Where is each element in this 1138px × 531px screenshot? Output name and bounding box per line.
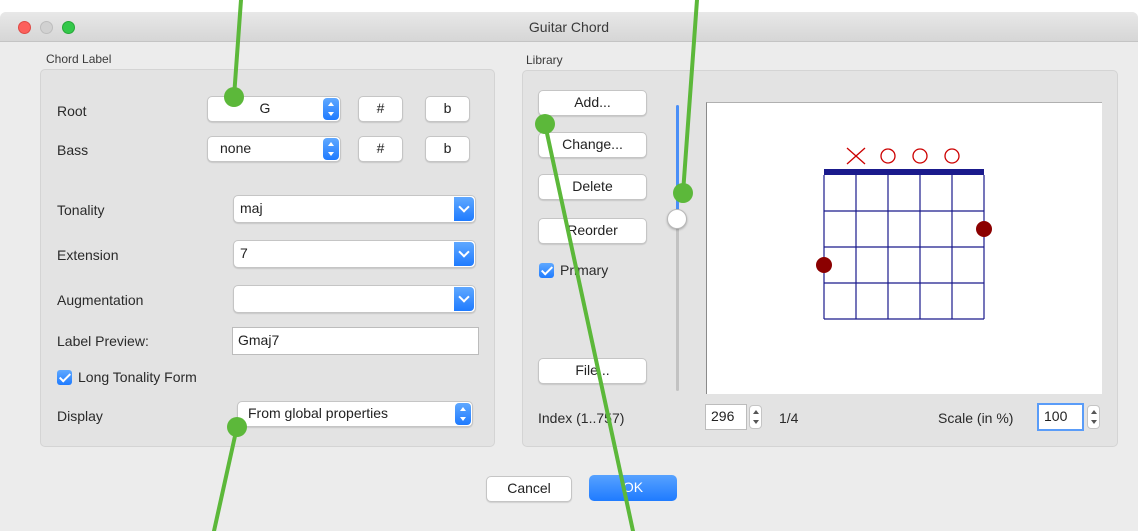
nut <box>824 169 984 175</box>
display-label: Display <box>57 408 103 424</box>
index-field[interactable]: 296 <box>705 404 747 430</box>
library-group-title: Library <box>526 53 563 67</box>
root-stepper-icon <box>323 98 339 120</box>
scale-field[interactable]: 100 <box>1037 403 1084 431</box>
fingered-note-dot <box>976 221 992 237</box>
chord-diagram-svg <box>816 147 992 320</box>
augmentation-combo[interactable] <box>233 285 476 313</box>
string-markers <box>846 147 960 165</box>
tonality-combo[interactable]: maj <box>233 195 476 223</box>
display-stepper-icon <box>455 403 471 425</box>
root-label: Root <box>57 103 87 119</box>
primary-checkbox[interactable] <box>539 263 554 278</box>
library-slider-fill <box>676 105 679 217</box>
long-tonality-label: Long Tonality Form <box>78 369 197 385</box>
change-button[interactable]: Change... <box>538 132 647 158</box>
file-button[interactable]: File... <box>538 358 647 384</box>
augmentation-label: Augmentation <box>57 292 144 308</box>
bass-flat-button[interactable]: b <box>425 136 470 162</box>
scale-stepper[interactable] <box>1087 405 1100 429</box>
bass-select[interactable]: none <box>207 136 341 162</box>
reorder-button[interactable]: Reorder <box>538 218 647 244</box>
title-bar: Guitar Chord <box>0 12 1138 42</box>
bass-sharp-button[interactable]: # <box>358 136 403 162</box>
library-slider-track[interactable] <box>676 217 679 391</box>
library-slider-knob[interactable] <box>667 209 687 229</box>
tonality-chevron-down-icon <box>454 197 474 221</box>
root-value: G <box>259 100 271 116</box>
window-title: Guitar Chord <box>528 19 610 35</box>
guitar-chord-dialog: Guitar Chord Chord Label Root G # b Bass… <box>0 12 1138 531</box>
long-tonality-checkbox[interactable] <box>57 370 72 385</box>
tonality-value: maj <box>240 200 263 216</box>
bass-value: none <box>220 140 252 156</box>
bass-stepper-icon <box>323 138 339 160</box>
open-string-marker <box>944 148 960 164</box>
root-sharp-button[interactable]: # <box>358 96 403 122</box>
open-string-marker <box>912 148 928 164</box>
chord-label-group-title: Chord Label <box>46 52 112 66</box>
primary-label: Primary <box>560 262 609 278</box>
delete-button[interactable]: Delete <box>538 174 647 200</box>
open-string-marker <box>880 148 896 164</box>
bass-label: Bass <box>57 142 89 158</box>
index-stepper[interactable] <box>749 405 762 429</box>
scale-label: Scale (in %) <box>938 410 1014 426</box>
augmentation-chevron-down-icon <box>454 287 474 311</box>
label-preview-label: Label Preview: <box>57 333 149 349</box>
chord-diagram <box>706 102 1102 394</box>
index-page-label: 1/4 <box>779 410 799 426</box>
fretboard-grid <box>823 175 985 320</box>
extension-chevron-down-icon <box>454 242 474 266</box>
display-select[interactable]: From global properties <box>237 401 473 427</box>
fingered-note-dot <box>816 257 832 273</box>
extension-label: Extension <box>57 247 119 263</box>
label-preview-field[interactable]: Gmaj7 <box>232 327 479 355</box>
extension-value: 7 <box>240 245 248 261</box>
display-value: From global properties <box>248 405 389 421</box>
root-flat-button[interactable]: b <box>425 96 470 122</box>
index-label: Index (1..757) <box>538 410 625 426</box>
root-select[interactable]: G <box>207 96 341 122</box>
tonality-label: Tonality <box>57 202 105 218</box>
ok-button[interactable]: OK <box>589 475 677 501</box>
extension-combo[interactable]: 7 <box>233 240 476 268</box>
add-button[interactable]: Add... <box>538 90 647 116</box>
cancel-button[interactable]: Cancel <box>486 476 572 502</box>
